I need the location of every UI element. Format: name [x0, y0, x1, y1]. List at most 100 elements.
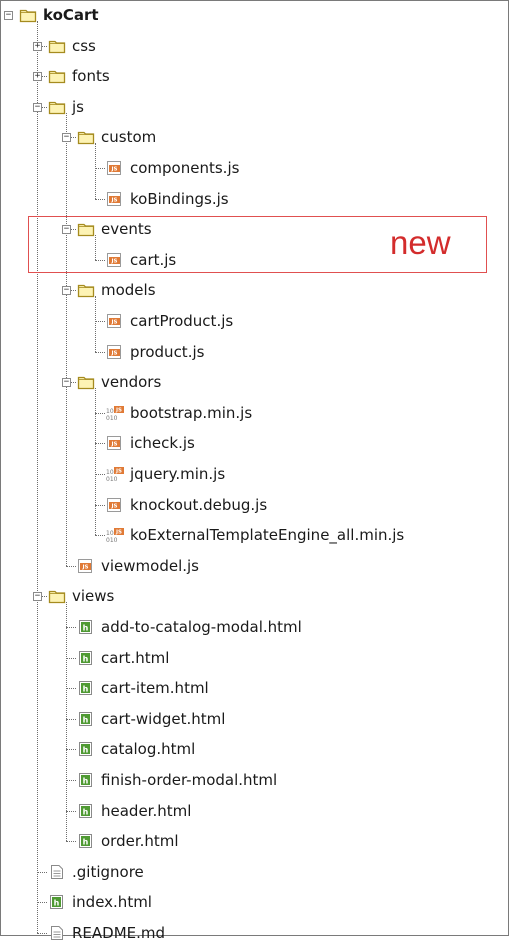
tree-item-label[interactable]: koCart — [43, 4, 99, 26]
collapse-toggle[interactable]: − — [62, 133, 71, 143]
html-file-icon: h — [77, 772, 95, 788]
tree-guide — [66, 602, 67, 842]
html-file-icon: h — [77, 711, 95, 727]
tree-guide — [66, 112, 67, 566]
svg-text:10: 10 — [106, 530, 114, 537]
tree-item-label[interactable]: koExternalTemplateEngine_all.min.js — [130, 524, 404, 546]
html-file-icon: h — [77, 619, 95, 635]
svg-text:JS: JS — [110, 320, 117, 326]
tree-connector — [66, 841, 76, 843]
text-file-icon — [48, 925, 66, 941]
js-file-icon: JS — [106, 497, 124, 513]
tree-item-label[interactable]: fonts — [72, 65, 110, 87]
svg-text:h: h — [54, 899, 60, 908]
tree-item-label[interactable]: js — [72, 96, 84, 118]
tree-item-label[interactable]: koBindings.js — [130, 188, 229, 210]
svg-text:h: h — [83, 654, 89, 663]
svg-text:010: 010 — [106, 537, 118, 543]
svg-text:h: h — [83, 746, 89, 755]
folder-icon — [77, 282, 95, 298]
tree-item-label[interactable]: finish-order-modal.html — [101, 769, 277, 791]
tree-item-label[interactable]: custom — [101, 126, 156, 148]
tree-item-label[interactable]: components.js — [130, 157, 239, 179]
tree-connector — [66, 657, 76, 659]
svg-text:JS: JS — [115, 530, 122, 536]
collapse-toggle[interactable]: − — [62, 378, 71, 388]
tree-connector — [66, 565, 76, 567]
svg-text:10: 10 — [106, 469, 114, 476]
svg-text:010: 010 — [106, 415, 118, 421]
tree-item-label[interactable]: knockout.debug.js — [130, 494, 267, 516]
tree-guide — [95, 143, 96, 199]
tree-item-label[interactable]: cart-widget.html — [101, 708, 225, 730]
folder-icon — [77, 129, 95, 145]
svg-text:h: h — [83, 807, 89, 816]
tree-connector — [66, 627, 76, 628]
new-annotation: new — [390, 224, 451, 262]
tree-item-label[interactable]: cart-item.html — [101, 677, 209, 699]
tree-connector — [37, 933, 47, 934]
svg-text:h: h — [83, 685, 89, 694]
svg-text:JS: JS — [110, 503, 117, 509]
tree-item-label[interactable]: order.html — [101, 830, 179, 852]
svg-text:JS: JS — [110, 197, 117, 203]
tree-guide — [95, 296, 96, 352]
minified-js-file-icon: 10 010 JS — [106, 466, 124, 483]
collapse-toggle[interactable]: − — [33, 592, 42, 602]
tree-item-label[interactable]: icheck.js — [130, 432, 195, 454]
html-file-icon: h — [77, 680, 95, 696]
html-file-icon: h — [77, 741, 95, 757]
collapse-toggle[interactable]: − — [62, 286, 71, 296]
tree-item-label[interactable]: viewmodel.js — [101, 555, 199, 577]
expand-toggle[interactable]: + — [33, 72, 42, 82]
tree-item-label[interactable]: catalog.html — [101, 738, 195, 760]
tree-item-label[interactable]: header.html — [101, 800, 191, 822]
folder-icon — [48, 38, 66, 54]
js-file-icon: JS — [106, 435, 124, 451]
minified-js-file-icon: 10 010 JS — [106, 527, 124, 544]
js-file-icon: JS — [77, 558, 95, 574]
tree-item-label[interactable]: add-to-catalog-modal.html — [101, 616, 302, 638]
svg-text:h: h — [83, 715, 89, 724]
js-file-icon: JS — [106, 191, 124, 207]
collapse-toggle[interactable]: − — [4, 11, 13, 20]
svg-text:h: h — [83, 838, 89, 847]
minified-js-file-icon: 10 010 JS — [106, 405, 124, 422]
svg-text:JS: JS — [81, 564, 88, 570]
tree-connector — [66, 810, 76, 812]
expand-toggle[interactable]: + — [33, 41, 42, 51]
tree-connector — [95, 168, 105, 169]
tree-item-label[interactable]: views — [72, 585, 114, 607]
collapse-toggle[interactable]: − — [33, 102, 42, 112]
tree-item-label[interactable]: css — [72, 35, 96, 57]
project-tree: − koCart + css + fonts − js − custom JS components.… — [0, 0, 509, 942]
tree-item-label[interactable]: bootstrap.min.js — [130, 402, 252, 424]
tree-item-label[interactable]: .gitignore — [72, 861, 144, 883]
svg-text:10: 10 — [106, 408, 114, 415]
tree-item-label[interactable]: index.html — [72, 891, 152, 913]
svg-text:h: h — [83, 624, 89, 633]
tree-connector — [95, 412, 105, 414]
tree-connector — [37, 871, 47, 873]
text-file-icon — [48, 864, 66, 880]
folder-icon — [48, 68, 66, 84]
tree-item-label[interactable]: README.md — [72, 922, 165, 944]
js-file-icon: JS — [106, 313, 124, 329]
svg-text:010: 010 — [106, 476, 118, 482]
svg-text:JS: JS — [110, 167, 117, 173]
tree-item-label[interactable]: cartProduct.js — [130, 310, 233, 332]
tree-connector — [95, 443, 105, 445]
tree-item-label[interactable]: models — [101, 279, 156, 301]
tree-item-label[interactable]: cart.html — [101, 647, 169, 669]
tree-connector — [66, 780, 76, 781]
folder-icon — [19, 7, 37, 23]
tree-connector — [95, 321, 105, 322]
tree-item-label[interactable]: jquery.min.js — [130, 463, 225, 485]
html-file-icon: h — [48, 894, 66, 910]
svg-text:h: h — [83, 777, 89, 786]
html-file-icon: h — [77, 650, 95, 666]
tree-item-label[interactable]: product.js — [130, 341, 204, 363]
tree-item-label[interactable]: vendors — [101, 371, 161, 393]
svg-text:JS: JS — [115, 407, 122, 413]
tree-connector — [66, 688, 76, 690]
